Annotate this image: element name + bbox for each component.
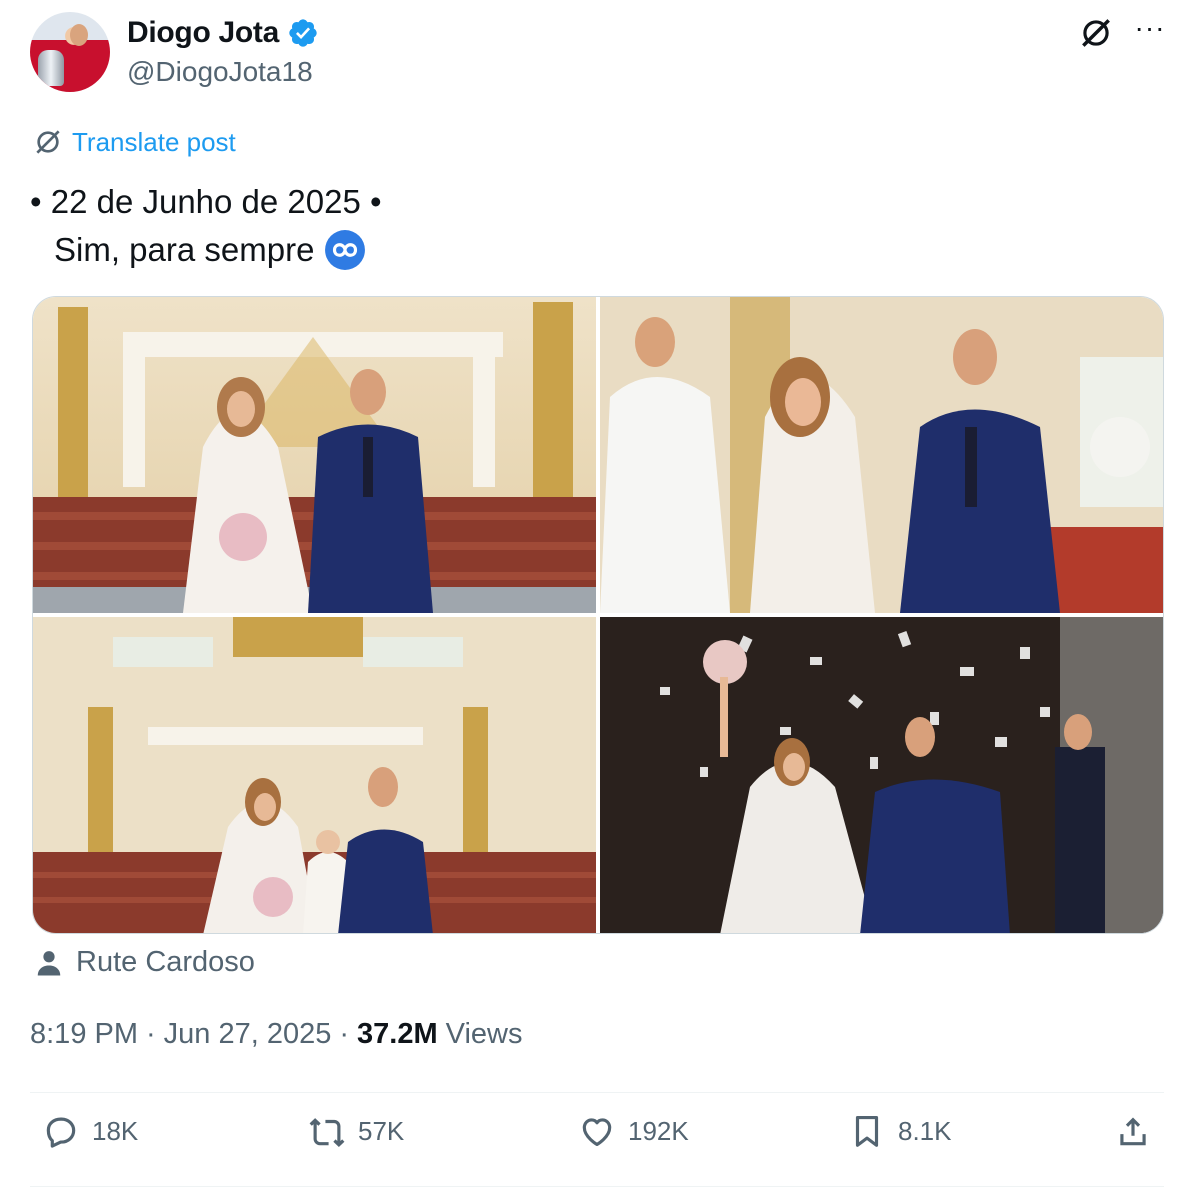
media-grid	[32, 296, 1164, 934]
views-label: Views	[445, 1018, 523, 1050]
bookmark-count: 8.1K	[898, 1115, 952, 1146]
post-date[interactable]: Jun 27, 2025	[164, 1018, 332, 1051]
divider	[30, 1186, 1164, 1187]
author-name-row[interactable]: Diogo Jota	[127, 16, 319, 50]
divider	[30, 1092, 1164, 1093]
photo-1[interactable]	[33, 297, 596, 613]
translate-post-link[interactable]: Translate post	[32, 126, 236, 158]
person-icon	[37, 950, 61, 975]
bookmark-button[interactable]: 8.1K	[848, 1112, 952, 1150]
share-button[interactable]	[1114, 1112, 1152, 1150]
like-icon	[582, 1118, 612, 1147]
author-handle[interactable]: @DiogoJota18	[127, 56, 313, 88]
post-text: • 22 de Junho de 2025 • Sim, para sempre	[30, 178, 382, 274]
infinity-emoji	[325, 230, 366, 270]
translate-icon	[36, 130, 60, 154]
post-header: Diogo Jota @DiogoJota18 ···	[30, 12, 1170, 94]
photo-credit[interactable]: Rute Cardoso	[34, 946, 255, 979]
post-line-1: • 22 de Junho de 2025 •	[30, 183, 382, 220]
reply-icon	[46, 1117, 76, 1148]
post-meta: 8:19 PM · Jun 27, 2025 · 37.2M Views	[30, 1018, 523, 1051]
repost-button[interactable]: 57K	[308, 1112, 404, 1150]
avatar[interactable]	[30, 12, 110, 92]
post-line-2-row: Sim, para sempre	[30, 226, 382, 274]
photo-3[interactable]	[33, 617, 596, 933]
reply-button[interactable]: 18K	[42, 1112, 138, 1150]
share-icon	[1120, 1117, 1146, 1146]
post-line-2: Sim, para sempre	[54, 231, 315, 268]
photo-4[interactable]	[600, 617, 1163, 933]
meta-separator: ·	[146, 1018, 156, 1050]
like-button[interactable]: 192K	[578, 1112, 689, 1150]
like-count: 192K	[628, 1115, 689, 1146]
action-bar: 18K 57K 192K 8.1K	[30, 1112, 1164, 1168]
meta-separator: ·	[339, 1018, 350, 1050]
post-time[interactable]: 8:19 PM	[30, 1018, 138, 1051]
verified-icon	[289, 19, 317, 47]
photo-2[interactable]	[600, 297, 1163, 613]
reply-count: 18K	[92, 1115, 139, 1146]
grok-icon[interactable]	[1077, 14, 1115, 52]
more-icon[interactable]: ···	[1130, 14, 1170, 48]
display-name[interactable]: Diogo Jota	[127, 16, 279, 50]
translate-label: Translate post	[72, 126, 236, 157]
repost-icon	[309, 1118, 345, 1147]
bookmark-icon	[855, 1115, 879, 1147]
photo-credit-name: Rute Cardoso	[76, 946, 255, 978]
views-count[interactable]: 37.2M	[357, 1018, 438, 1051]
repost-count: 57K	[358, 1115, 405, 1146]
